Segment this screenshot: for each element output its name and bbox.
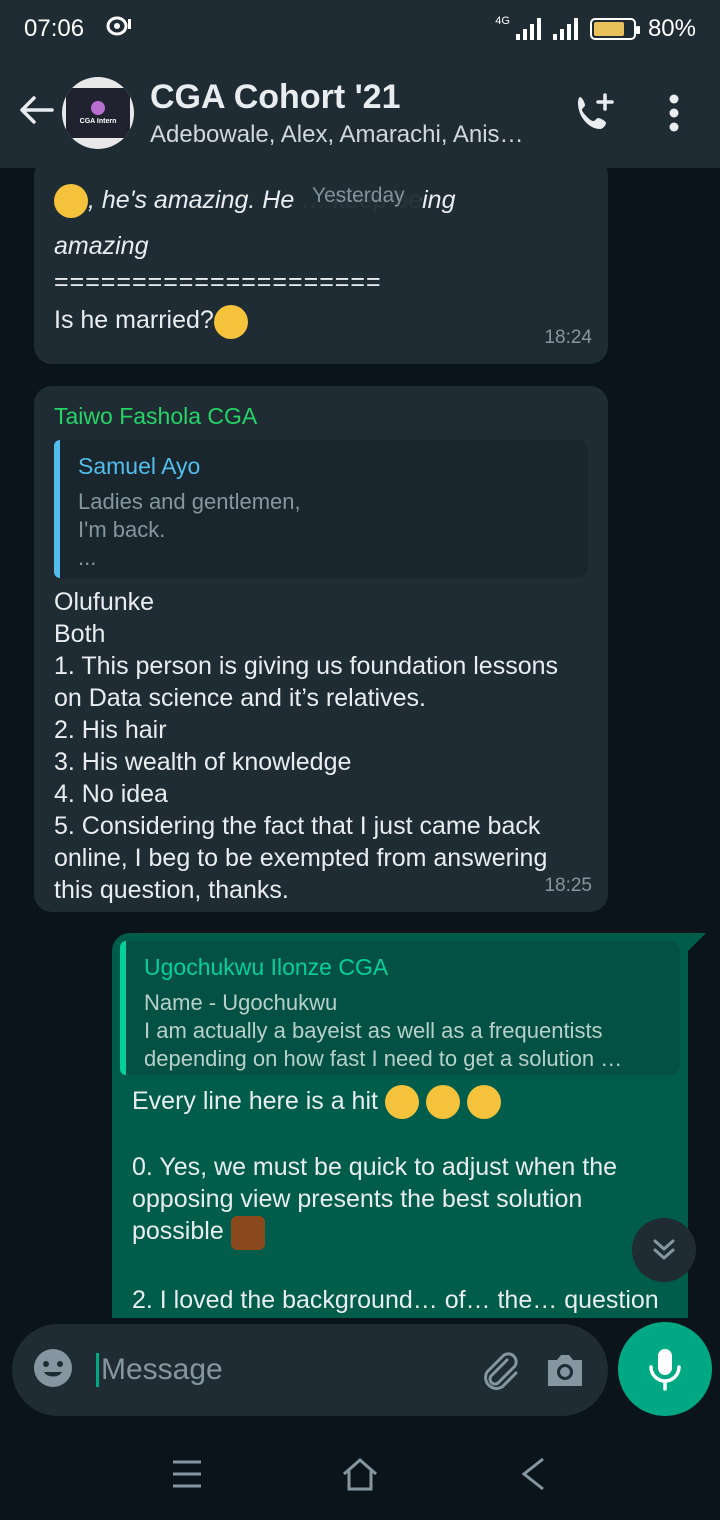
- message-input-box[interactable]: Message: [12, 1324, 608, 1416]
- signal-icon: [515, 18, 541, 40]
- message-text: Olufunke Both 1. This person is giving u…: [54, 588, 559, 904]
- message-bubble-outgoing[interactable]: Ugochukwu Ilonze CGA Name - Ugochukwu I …: [112, 933, 688, 1318]
- menu-icon: [172, 1460, 201, 1488]
- camera-icon: [548, 1355, 582, 1386]
- network-type: 4G: [495, 15, 510, 27]
- status-time: 07:06: [24, 15, 85, 42]
- quoted-text: Ladies and gentlemen, I'm back. ...: [78, 489, 301, 570]
- quoted-message[interactable]: Ugochukwu Ilonze CGA Name - Ugochukwu I …: [120, 941, 680, 1075]
- message-text: amazing: [54, 232, 149, 261]
- chat-area[interactable]: , he's amazing. He … keep being amazing …: [0, 168, 720, 1318]
- group-members: Adebowale, Alex, Amarachi, Anis…: [150, 120, 524, 148]
- message-divider: =====================: [54, 268, 382, 297]
- add-call-icon: [578, 93, 614, 129]
- date-chip: Yesterday: [296, 176, 421, 216]
- home-icon: [342, 1458, 377, 1491]
- system-nav-bar: [0, 1428, 720, 1520]
- pleading-face-emoji: [54, 184, 88, 219]
- paperclip-icon: [484, 1352, 518, 1390]
- emoji-button[interactable]: [32, 1347, 74, 1394]
- chevron-left-icon: [521, 1457, 545, 1491]
- laughing-emoji: [425, 1085, 460, 1120]
- laughing-emoji: [466, 1085, 501, 1120]
- notification-icon: [106, 15, 132, 43]
- emoji-icon: [34, 1348, 72, 1387]
- double-chevron-down-icon: [653, 1239, 675, 1260]
- message-input[interactable]: Message: [96, 1353, 456, 1387]
- laughing-emoji: [384, 1085, 419, 1120]
- voice-message-button[interactable]: [618, 1322, 712, 1416]
- attach-button[interactable]: [476, 1347, 522, 1393]
- raising-hands-emoji: [230, 1215, 265, 1250]
- message-text: Is he married?: [54, 306, 214, 335]
- add-call-button[interactable]: [564, 83, 624, 143]
- more-vert-icon: [669, 94, 679, 132]
- quoted-text: Name - Ugochukwu I am actually a bayeist…: [144, 990, 623, 1071]
- nav-back-button[interactable]: [503, 1444, 563, 1504]
- signal-icon-2: [552, 18, 578, 40]
- message-text: Every line here is a hit: [132, 1087, 378, 1115]
- arrow-left-icon: [20, 95, 54, 124]
- message-bubble[interactable]: Taiwo Fashola CGA Samuel Ayo Ladies and …: [34, 386, 608, 912]
- mic-icon: [649, 1349, 681, 1391]
- back-button[interactable]: [16, 90, 60, 137]
- thinking-face-emoji: [213, 304, 248, 339]
- header-titles[interactable]: CGA Cohort '21 Adebowale, Alex, Amarachi…: [150, 78, 544, 149]
- home-button[interactable]: [330, 1444, 390, 1504]
- bubble-tail: [688, 933, 706, 951]
- message-text: 2. I loved the background… of… the… ques…: [132, 1285, 659, 1314]
- battery-icon: [589, 18, 640, 40]
- camera-button[interactable]: [542, 1347, 588, 1393]
- chat-header: CGA Intern CGA Cohort '21 Adebowale, Ale…: [0, 58, 720, 168]
- quoted-sender: Samuel Ayo: [78, 453, 201, 479]
- more-options-button[interactable]: [644, 83, 704, 143]
- quoted-message[interactable]: Samuel Ayo Ladies and gentlemen, I'm bac…: [54, 440, 588, 578]
- group-title: CGA Cohort '21: [150, 77, 401, 116]
- quoted-sender: Ugochukwu Ilonze CGA: [144, 954, 389, 980]
- message-time: 18:25: [544, 875, 592, 896]
- status-bar: 07:06 4G 80%: [0, 0, 720, 58]
- scroll-down-button[interactable]: [632, 1218, 696, 1282]
- recent-apps-button[interactable]: [157, 1444, 217, 1504]
- group-avatar[interactable]: CGA Intern: [62, 77, 134, 149]
- composer-row: Message: [0, 1318, 720, 1428]
- message-text: 0. Yes, we must be quick to adjust when …: [132, 1153, 618, 1246]
- battery-percent: 80%: [647, 15, 696, 42]
- message-time: 18:24: [544, 327, 592, 348]
- avatar-text: CGA Intern: [79, 118, 117, 125]
- sender-name[interactable]: Taiwo Fashola CGA: [54, 400, 588, 432]
